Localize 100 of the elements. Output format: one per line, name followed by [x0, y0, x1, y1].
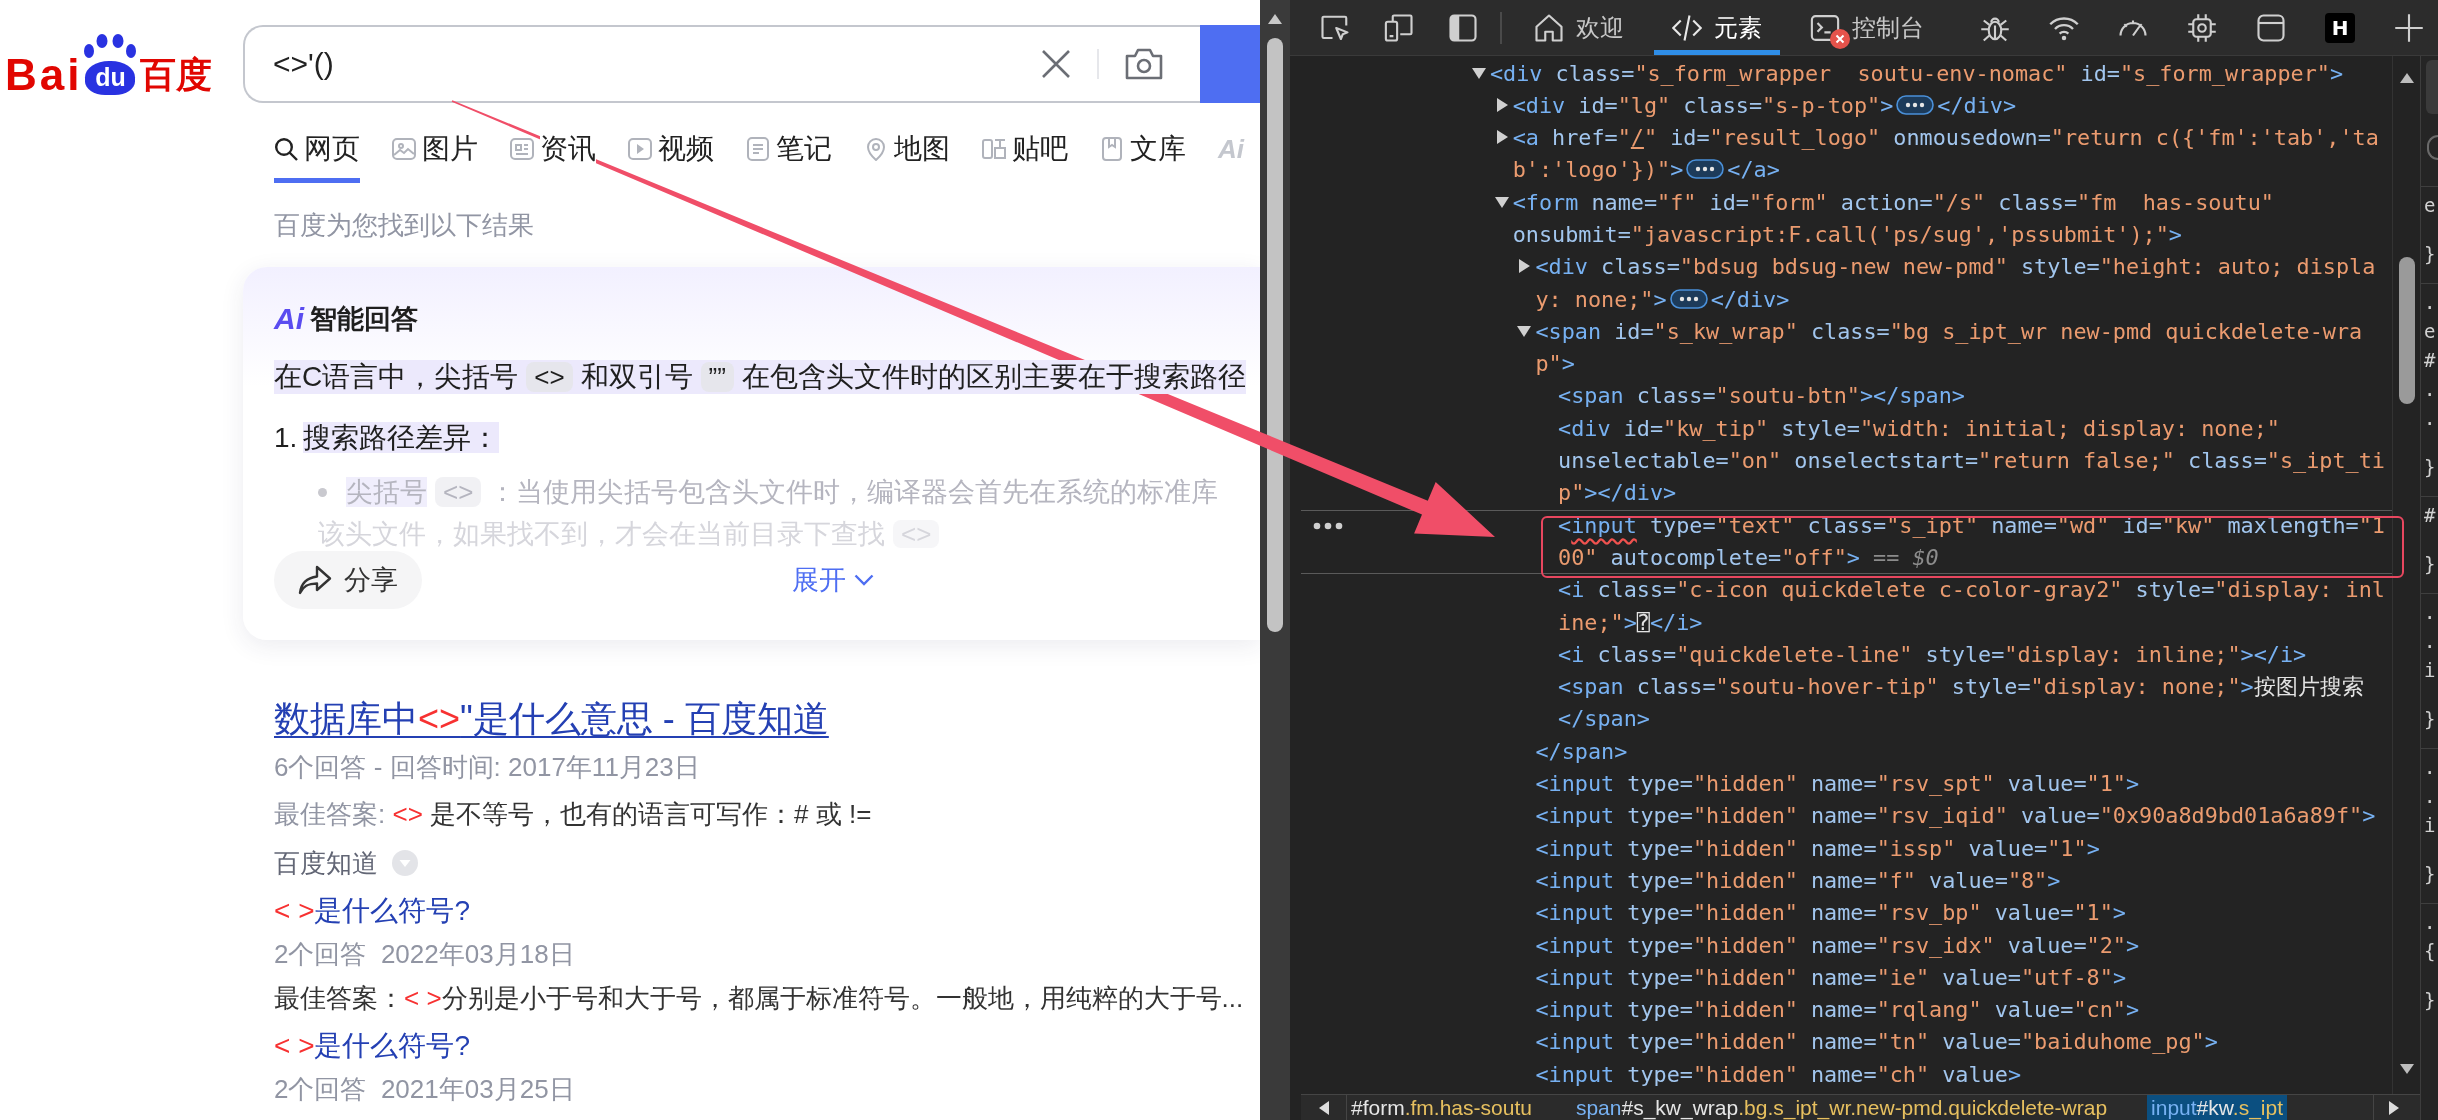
dom-node[interactable]: <span id="s_kw_wrap" class="bg s_ipt_wr new-pmd quickdelete-wra p"> [1517, 315, 2363, 381]
search-tab[interactable]: 网页 [274, 120, 360, 183]
sidebar-icon[interactable] [1448, 12, 1478, 43]
logo-wordmark[interactable]: Bai [5, 54, 83, 95]
dom-node[interactable]: <div class="s_form_wrapper soutu-env-nomac" id="s_form_wrapper"> [1472, 57, 2344, 90]
code-fragment: e [2424, 193, 2436, 218]
chevron-down-icon [854, 574, 874, 586]
result-meta: 2个回答 2021年03月25日 [274, 1073, 575, 1106]
plus-icon[interactable] [2394, 12, 2424, 43]
search-tab[interactable]: 贴吧 [982, 120, 1068, 183]
sub-result-link[interactable]: < >是什么符号? [274, 1026, 471, 1066]
scroll-down-icon[interactable] [2399, 1064, 2414, 1074]
scrollbar-thumb[interactable] [1267, 38, 1283, 632]
result-count: 百度为您找到以下结果 [274, 209, 534, 242]
dom-closing-tag[interactable]: </span> [1535, 735, 1628, 769]
result-source[interactable]: 百度知道 [274, 843, 378, 883]
share-button[interactable]: 分享 [274, 551, 422, 609]
note-icon [746, 137, 770, 161]
dom-node[interactable]: <input type="hidden" name="ie" value="utf-8"> [1535, 961, 2126, 995]
result-title-link[interactable]: 数据库中<>"是什么意思 - 百度知道 [274, 695, 829, 743]
expand-arrow-icon[interactable] [1494, 97, 1509, 112]
chip-icon[interactable] [2187, 12, 2217, 43]
extension-button[interactable]: H [2325, 12, 2355, 43]
window-icon[interactable] [2256, 12, 2286, 43]
code-fragment: . [2424, 629, 2436, 654]
expand-arrow-icon[interactable] [1517, 323, 1532, 338]
sub-result-link[interactable]: < >是什么符号? [274, 891, 471, 931]
search-icon [274, 137, 298, 161]
code-fragment: . [2424, 910, 2436, 935]
dom-node[interactable]: <input type="hidden" name="rsv_spt" value="1"> [1535, 768, 2140, 801]
breadcrumb-item[interactable]: input#kw.s_ipt [2147, 1095, 2287, 1120]
code-fragment: i [2424, 658, 2436, 683]
expand-arrow-icon[interactable] [1472, 65, 1486, 80]
dom-node[interactable]: <input type="hidden" name="f" value="8"> [1535, 864, 2061, 898]
expand-button[interactable]: 展开 [792, 562, 874, 598]
breadcrumb-item[interactable]: #form.fm.has-soutu [1347, 1095, 1536, 1120]
ellipsis-icon[interactable] [1896, 94, 1935, 115]
dom-node[interactable]: <input type="hidden" name="rsv_bp" value="1"> [1535, 897, 2126, 930]
play-icon [628, 137, 652, 161]
dom-node[interactable]: <i class="quickdelete-line" style="display: inline;"></i> [1558, 638, 2307, 672]
ellipsis-icon[interactable] [1686, 159, 1725, 180]
search-tab[interactable]: 资讯 [510, 120, 596, 183]
bookmark-icon [1100, 137, 1124, 161]
result-answer: 最佳答案：< >分别是小于号和大于号，都属于标准符号。一般地，用纯粹的大于号... [274, 982, 1244, 1015]
clear-icon[interactable] [1041, 49, 1071, 79]
ellipsis-icon[interactable] [1669, 288, 1708, 309]
scroll-up-icon[interactable] [2399, 73, 2414, 83]
dom-node[interactable]: <input type="hidden" name="ch" value> [1535, 1058, 2021, 1091]
dom-node[interactable]: <i class="c-icon quickdelete c-color-gray2" style="display: inl ine;">⍰</i> [1558, 574, 2385, 639]
scroll-up-icon[interactable] [1268, 14, 1282, 24]
code-fragment: } [2424, 862, 2436, 887]
scroll-right-icon[interactable] [2388, 1100, 2399, 1115]
search-tab[interactable]: 文库 [1100, 120, 1186, 183]
search-tab[interactable]: 地图 [864, 120, 950, 183]
dom-node[interactable]: <div id="lg" class="s-p-top"> </div> [1494, 89, 2017, 123]
round-button-edge[interactable] [2427, 135, 2438, 160]
dom-node[interactable]: <input type="hidden" name="rsv_iqid" value="0x90a8d9bd01a6a89f"> [1535, 800, 2376, 833]
device-icon[interactable] [1384, 12, 1414, 43]
code-fragment: . [2424, 406, 2436, 431]
expand-arrow-icon[interactable] [1517, 259, 1532, 274]
answer-heading: 1. 搜索路径差异： [274, 421, 500, 455]
logo-wordmark[interactable]: 百度 [140, 54, 213, 95]
search-tab[interactable]: 图片 [392, 120, 478, 183]
dom-node[interactable]: <input type="hidden" name="issp" value="1"> [1535, 832, 2100, 865]
dom-node[interactable]: <form name="f" id="form" action="/s" class="fm has-soutu" onsubmit="javascript:F.call('ps/sug','pssubmit');"> [1494, 186, 2274, 252]
breadcrumb-item[interactable]: span#s_kw_wrap.bg.s_ipt_wr.new-pmd.quickdelete-wrap [1571, 1095, 2112, 1120]
dom-node[interactable]: <div class="bdsug bdsug-new new-pmd" style="height: auto; displa y: none;"> </div> [1517, 251, 2376, 316]
devtools-tab[interactable]: 欢迎 [1516, 0, 1642, 55]
terminal-icon [1810, 12, 1840, 43]
expand-arrow-icon[interactable] [1494, 130, 1509, 145]
code-fragment: } [2424, 988, 2436, 1013]
search-tab[interactable]: 笔记 [746, 120, 832, 183]
search-field[interactable]: <>'() [243, 25, 1200, 103]
code-fragment: . [2424, 290, 2436, 315]
newspaper-icon [510, 137, 534, 161]
result-meta: 2个回答 2022年03月18日 [274, 938, 575, 971]
code-fragment: . [2424, 784, 2436, 809]
code-fragment: i [2424, 813, 2436, 838]
dom-node[interactable]: <input type="hidden" name="tn" value="baiduhome_pg"> [1535, 1026, 2218, 1059]
dom-node[interactable]: <span class="soutu-btn"></span> [1558, 380, 1965, 413]
search-tab[interactable]: 视频 [628, 120, 714, 183]
devtools-tab[interactable]: 元素 [1654, 0, 1780, 55]
dom-node[interactable]: <span class="soutu-hover-tip" style="display: none;">按图片搜索 </span> [1558, 671, 2364, 736]
blocks-icon [982, 137, 1006, 161]
code-fragment: } [2424, 242, 2436, 267]
dom-node[interactable]: <a href="/" id="result_logo" onmousedown="return c({'fm':'tab','ta b':'logo'})"> </a> [1494, 122, 2379, 187]
code-fragment: } [2424, 552, 2436, 577]
camera-icon[interactable] [1125, 48, 1163, 80]
expand-arrow-icon[interactable] [1494, 194, 1509, 209]
dom-node[interactable]: <input type="hidden" name="rsv_idx" value="2"> [1535, 929, 2140, 962]
scrollbar-thumb[interactable] [2398, 257, 2415, 404]
code-fragment: { [2424, 939, 2436, 964]
share-icon [298, 565, 332, 595]
ai-logo: Ai [274, 301, 304, 337]
more-dots-icon[interactable] [1313, 521, 1343, 530]
devtools-tab[interactable]: 控制台 [1792, 0, 1942, 55]
scroll-left-icon[interactable] [1318, 1100, 1329, 1115]
answer-paragraph: 在C语言中，尖括号 <> 和双引号 ”” 在包含头文件时的区别主要在于搜索路径 [274, 360, 1246, 394]
code-fragment: # [2424, 348, 2436, 373]
dom-node[interactable]: <input type="hidden" name="rqlang" value="cn"> [1535, 994, 2140, 1027]
